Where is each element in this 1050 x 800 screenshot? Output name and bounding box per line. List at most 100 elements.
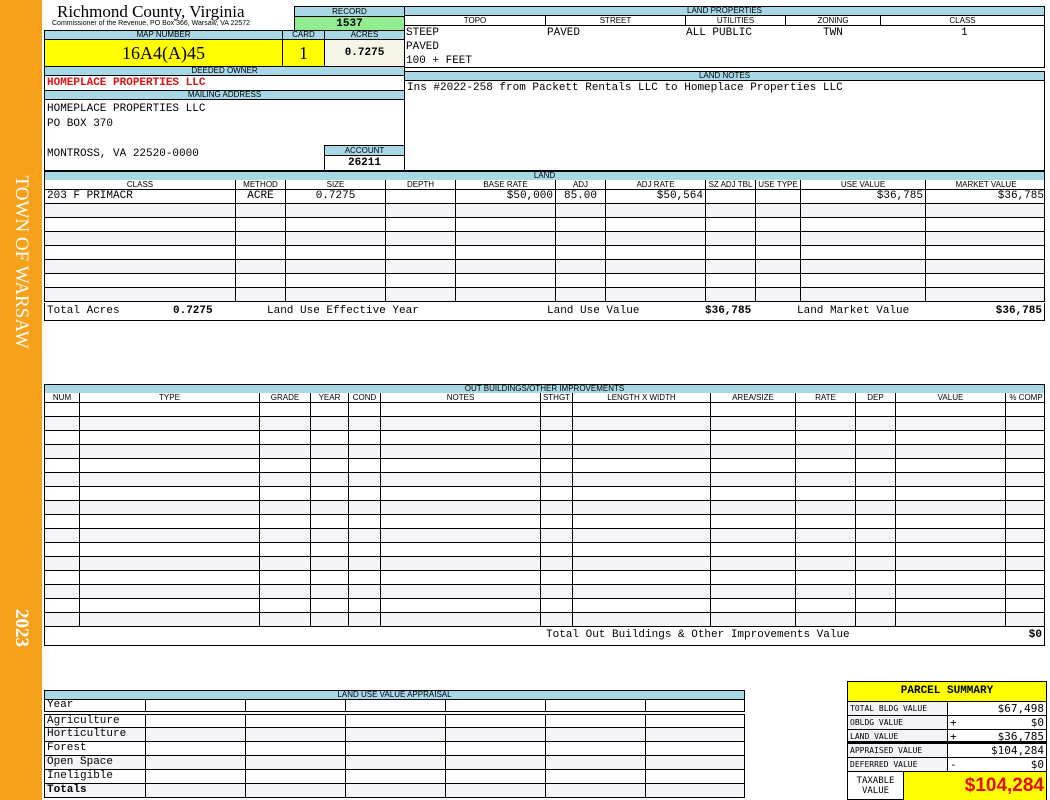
col-utilities: UTILITIES — [686, 16, 786, 25]
appraisal-cell — [446, 728, 546, 741]
table-cell — [541, 543, 573, 556]
table-row — [44, 431, 1045, 445]
table-cell — [286, 218, 386, 231]
summary-row: DEFERRED VALUE - $0 — [848, 758, 1046, 772]
table-cell — [80, 431, 260, 444]
table-cell — [573, 459, 711, 472]
table-cell — [856, 529, 896, 542]
table-cell — [456, 204, 556, 217]
table-cell — [456, 246, 556, 259]
summary-label: LAND VALUE — [848, 730, 948, 741]
table-cell — [856, 487, 896, 500]
page-title: Richmond County, Virginia — [57, 2, 245, 21]
table-cell — [801, 218, 926, 231]
table-cell — [573, 445, 711, 458]
appraisal-row: Agriculture — [44, 714, 745, 728]
table-cell — [260, 557, 311, 570]
table-cell — [260, 403, 311, 416]
table-cell — [45, 218, 236, 231]
sidebar: TOWN OF WARSAW 2023 — [0, 0, 42, 800]
col-class: CLASS — [949, 16, 976, 25]
table-cell — [711, 613, 796, 626]
table-cell — [45, 543, 80, 556]
table-cell — [381, 431, 541, 444]
table-cell — [541, 515, 573, 528]
table-cell — [349, 487, 381, 500]
table-cell — [896, 557, 1006, 570]
table-cell — [706, 274, 756, 287]
table-cell — [311, 501, 349, 514]
table-cell — [796, 613, 856, 626]
table-cell — [801, 204, 926, 217]
table-cell — [45, 557, 80, 570]
table-cell: 203 F PRIMACR — [45, 190, 236, 203]
table-cell — [349, 403, 381, 416]
table-row — [44, 473, 1045, 487]
table-cell — [573, 529, 711, 542]
table-cell — [541, 431, 573, 444]
appraisal-cell — [346, 742, 446, 755]
table-cell — [1006, 459, 1046, 472]
table-cell — [796, 445, 856, 458]
table-cell — [286, 232, 386, 245]
table-cell — [311, 599, 349, 612]
table-cell — [45, 571, 80, 584]
table-cell — [80, 529, 260, 542]
column-header: SZ ADJ TBL — [706, 180, 756, 189]
table-cell — [311, 431, 349, 444]
table-cell — [711, 431, 796, 444]
table-cell: 85.00 — [556, 190, 606, 203]
appraisal-row: Open Space — [44, 756, 745, 770]
table-cell — [856, 473, 896, 486]
table-cell — [573, 571, 711, 584]
table-cell — [573, 403, 711, 416]
appraisal-cell — [346, 756, 446, 769]
deeded-owner-value: HOMEPLACE PROPERTIES LLC — [44, 75, 405, 91]
table-cell — [541, 557, 573, 570]
appraisal-label: Forest — [45, 742, 146, 755]
table-row — [44, 599, 1045, 613]
table-cell — [260, 599, 311, 612]
table-cell — [756, 190, 801, 203]
table-cell — [541, 417, 573, 430]
table-cell — [801, 232, 926, 245]
table-row — [44, 515, 1045, 529]
table-cell — [349, 431, 381, 444]
column-header: YEAR — [311, 393, 349, 402]
table-row — [44, 501, 1045, 515]
table-row — [44, 260, 1045, 274]
table-cell — [1006, 501, 1046, 514]
table-cell — [756, 246, 801, 259]
table-cell — [801, 246, 926, 259]
column-header: USE TYPE — [756, 180, 801, 189]
table-cell — [711, 599, 796, 612]
table-cell — [796, 571, 856, 584]
map-number-value: 16A4(A)45 — [44, 39, 283, 67]
parcel-summary: PARCEL SUMMARY TOTAL BLDG VALUE $67,498 OB… — [847, 681, 1047, 800]
table-cell — [896, 529, 1006, 542]
table-cell — [706, 218, 756, 231]
table-cell — [381, 445, 541, 458]
appraisal-cell — [146, 742, 246, 755]
table-cell — [896, 585, 1006, 598]
appraisal-cell — [646, 715, 746, 727]
table-cell — [756, 288, 801, 301]
table-row — [44, 246, 1045, 260]
year-cell — [546, 699, 646, 711]
year-cell — [646, 699, 746, 711]
acres-value: 0.7275 — [324, 39, 405, 67]
table-cell — [541, 571, 573, 584]
table-cell — [45, 599, 80, 612]
table-cell — [381, 585, 541, 598]
table-cell — [456, 218, 556, 231]
summary-operator: + — [950, 716, 957, 729]
table-cell — [541, 613, 573, 626]
table-cell — [349, 571, 381, 584]
appraisal-label: Agriculture — [45, 715, 146, 727]
table-cell — [349, 543, 381, 556]
table-cell — [711, 571, 796, 584]
table-cell — [896, 543, 1006, 556]
summary-row: OBLDG VALUE + $0 — [848, 716, 1046, 730]
table-row — [44, 403, 1045, 417]
table-cell — [856, 403, 896, 416]
